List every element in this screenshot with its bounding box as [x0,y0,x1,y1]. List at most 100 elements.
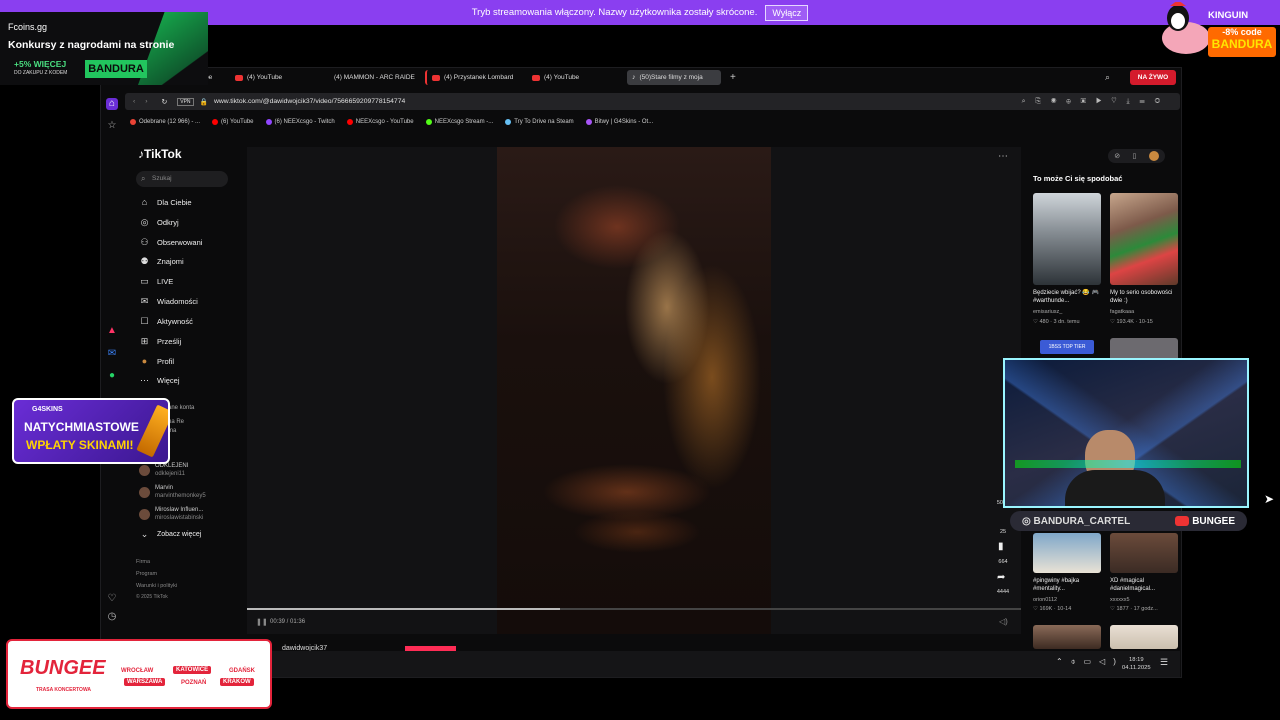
whatsapp-icon[interactable]: ● [106,370,118,382]
tiktok-logo-text: TikTok [144,147,182,161]
fcoins-headline: Konkursy z nagrodami na stronie [8,39,175,51]
heart-icon[interactable]: ♡ [106,593,118,605]
url-field[interactable]: www.tiktok.com/@dawidwojcik37/video/7566… [214,98,405,105]
tab-active-tiktok[interactable]: ♪ (50)Stare filmy z moja [627,70,721,85]
footer-terms[interactable]: Warunki i polityki [136,583,177,589]
bookmark-item[interactable]: Odebrane (12 966) - ... [130,119,200,125]
search-tabs-icon[interactable]: ⌕ [1100,70,1114,85]
home-icon[interactable]: ⌂ [106,98,118,110]
nav-label: Więcej [157,376,180,385]
tab-3[interactable]: (4) MAMMON - ARC RAIDE [325,70,417,85]
city-label: WROCŁAW [121,668,154,674]
suggested-account[interactable]: Marvin marvinthemonkey5 [139,484,206,500]
pause-icon[interactable]: ❚❚ [256,618,268,626]
recommended-caption[interactable]: #pingwiny #bajka #mentality... [1033,577,1105,593]
top-right-actions[interactable]: ⊘ ▯ [1108,149,1165,163]
see-more-button[interactable]: ⌄ Zobacz więcej [139,529,202,540]
clip-icon[interactable]: ⊘ [1114,152,1120,160]
recommended-thumbnail[interactable] [1110,625,1178,649]
back-icon[interactable]: ‹ [133,98,135,105]
nav-messages[interactable]: ✉ Wiadomości [139,296,198,307]
fcoins-brand: Fcoins.gg [8,22,48,32]
friends-icon: ⚉ [140,256,149,266]
more-options-icon[interactable]: ⋯ [998,151,1008,162]
tray-icons[interactable]: ⌃⌽▭◁) [1056,657,1124,667]
star-icon[interactable]: ☆ [106,120,118,132]
recommended-caption[interactable]: My to serio osobowości dwie :) [1110,289,1182,305]
forward-icon[interactable]: › [145,98,147,105]
tab-5[interactable]: (4) YouTube [527,70,617,85]
nav-live[interactable]: ▭ LIVE [139,276,173,287]
taskbar-clock[interactable]: 18:19 04.11.2025 [1122,656,1151,672]
activity-icon: ☐ [140,316,149,326]
search-input[interactable]: Szukaj [136,171,228,187]
app-icon[interactable]: ▲ [106,325,118,337]
nav-profile[interactable]: ● Profil [139,356,174,366]
live-indicator: NA ŻYWO [1130,70,1176,85]
nav-following[interactable]: ⚇ Obserwowani [139,237,202,248]
nav-activity[interactable]: ☐ Aktywność [139,316,192,327]
recommended-stats: ♡ 169K · 10-14 [1033,606,1072,612]
nav-friends[interactable]: ⚉ Znajomi [139,256,183,267]
mouse-cursor-icon: ➤ [1264,492,1275,506]
bookmark-item[interactable]: (6) YouTube [212,119,254,125]
tiktok-logo[interactable]: ♪TikTok [138,147,182,161]
volume-icon[interactable]: ◁) [999,617,1008,626]
recommended-caption[interactable]: Będziecie wbijać? 😂 🎮 #warthunde... [1033,289,1105,305]
bookmark-item[interactable]: NEEXcsgo Stream -... [425,119,493,125]
recommended-thumbnail[interactable] [1033,625,1101,649]
account-handle: odklejeni11 [155,471,185,477]
messenger-icon[interactable]: ✉ [106,348,118,360]
rgb-desk [1015,460,1241,468]
nav-more[interactable]: ⋯ Więcej [139,375,180,386]
toolbar-icons[interactable]: ⌕⎘◉⊕▣▶♡⤓☰◎ [1022,98,1170,106]
footer-company[interactable]: Firma [136,559,150,565]
footer-program[interactable]: Program [136,571,157,577]
recommended-thumbnail[interactable] [1033,533,1101,573]
live-icon: ▭ [140,276,149,286]
nav-label: Obserwowani [157,238,203,247]
instagram-handle: ◎ BANDURA_CARTEL [1022,516,1130,527]
bookmark-item[interactable]: NEEXcsgo - YouTube [346,119,414,125]
lock-icon: 🔒 [199,98,208,106]
browser-sidebar: ⌂ ☆ ▲ ✉ ● ♡ ◷ [100,90,124,650]
city-label: KATOWICE [173,666,212,674]
new-tab-button[interactable]: + [725,70,739,85]
account-handle: miroslawistabinski [155,515,204,521]
tab-2[interactable]: (4) YouTube [230,70,320,85]
bookmark-icon[interactable]: ▮ [998,541,1004,552]
nav-upload[interactable]: ⊞ Prześlij [139,336,181,347]
user-avatar[interactable] [1148,151,1159,161]
post-age: 10-14 [1057,606,1072,612]
nav-for-you[interactable]: ⌂ Dla Ciebie [139,197,192,207]
recommended-author: emisariusz_ [1033,309,1063,315]
nav-explore[interactable]: ◎ Odkryj [139,217,179,228]
suggested-account[interactable]: Miroslaw Influen... miroslawistabinski [139,506,203,522]
bungee-tour-ad: BUNGEE TRASA KONCERTOWA WROCŁAW KATOWICE… [6,639,272,709]
video-content[interactable] [497,147,771,634]
recommended-thumbnail[interactable] [1110,193,1178,285]
history-icon[interactable]: ◷ [106,611,118,623]
share-icon[interactable]: ➦ [997,572,1005,583]
notification-icon[interactable]: ☰ [1160,657,1168,668]
bookmark-item[interactable]: (6) NEEXcsgo - Twitch [265,119,335,125]
device-icon[interactable]: ▯ [1133,152,1137,160]
g4skins-line1: NATYCHMIASTOWE [24,420,139,434]
top-tier-badge: 1BSS TOP TIER [1040,340,1094,354]
fcoins-code: BANDURA [85,60,147,78]
gmail-icon [130,119,136,125]
post-age: 17 godz... [1133,606,1158,612]
bookmark-item[interactable]: Try To Drive na Steam [505,119,574,125]
tab-label: (4) YouTube [544,74,580,81]
vpn-badge[interactable]: VPN [177,97,194,106]
avatar [139,508,150,520]
recommended-thumbnail[interactable] [1110,533,1178,573]
reload-icon[interactable]: ↻ [162,98,168,106]
bookmark-item[interactable]: Bitwy | G4Skins - Ot... [585,119,653,125]
kinguin-brand: KINGUIN [1208,10,1249,21]
suggested-account[interactable]: ODKLEJENI odklejeni11 [139,462,188,478]
recommended-thumbnail[interactable] [1033,193,1101,285]
recommended-caption[interactable]: XD #magical #danielmagical... [1110,577,1182,593]
disable-streaming-mode-button[interactable]: Wyłącz [765,4,809,21]
tab-4[interactable]: (4) Przystanek Lombard [425,70,525,85]
